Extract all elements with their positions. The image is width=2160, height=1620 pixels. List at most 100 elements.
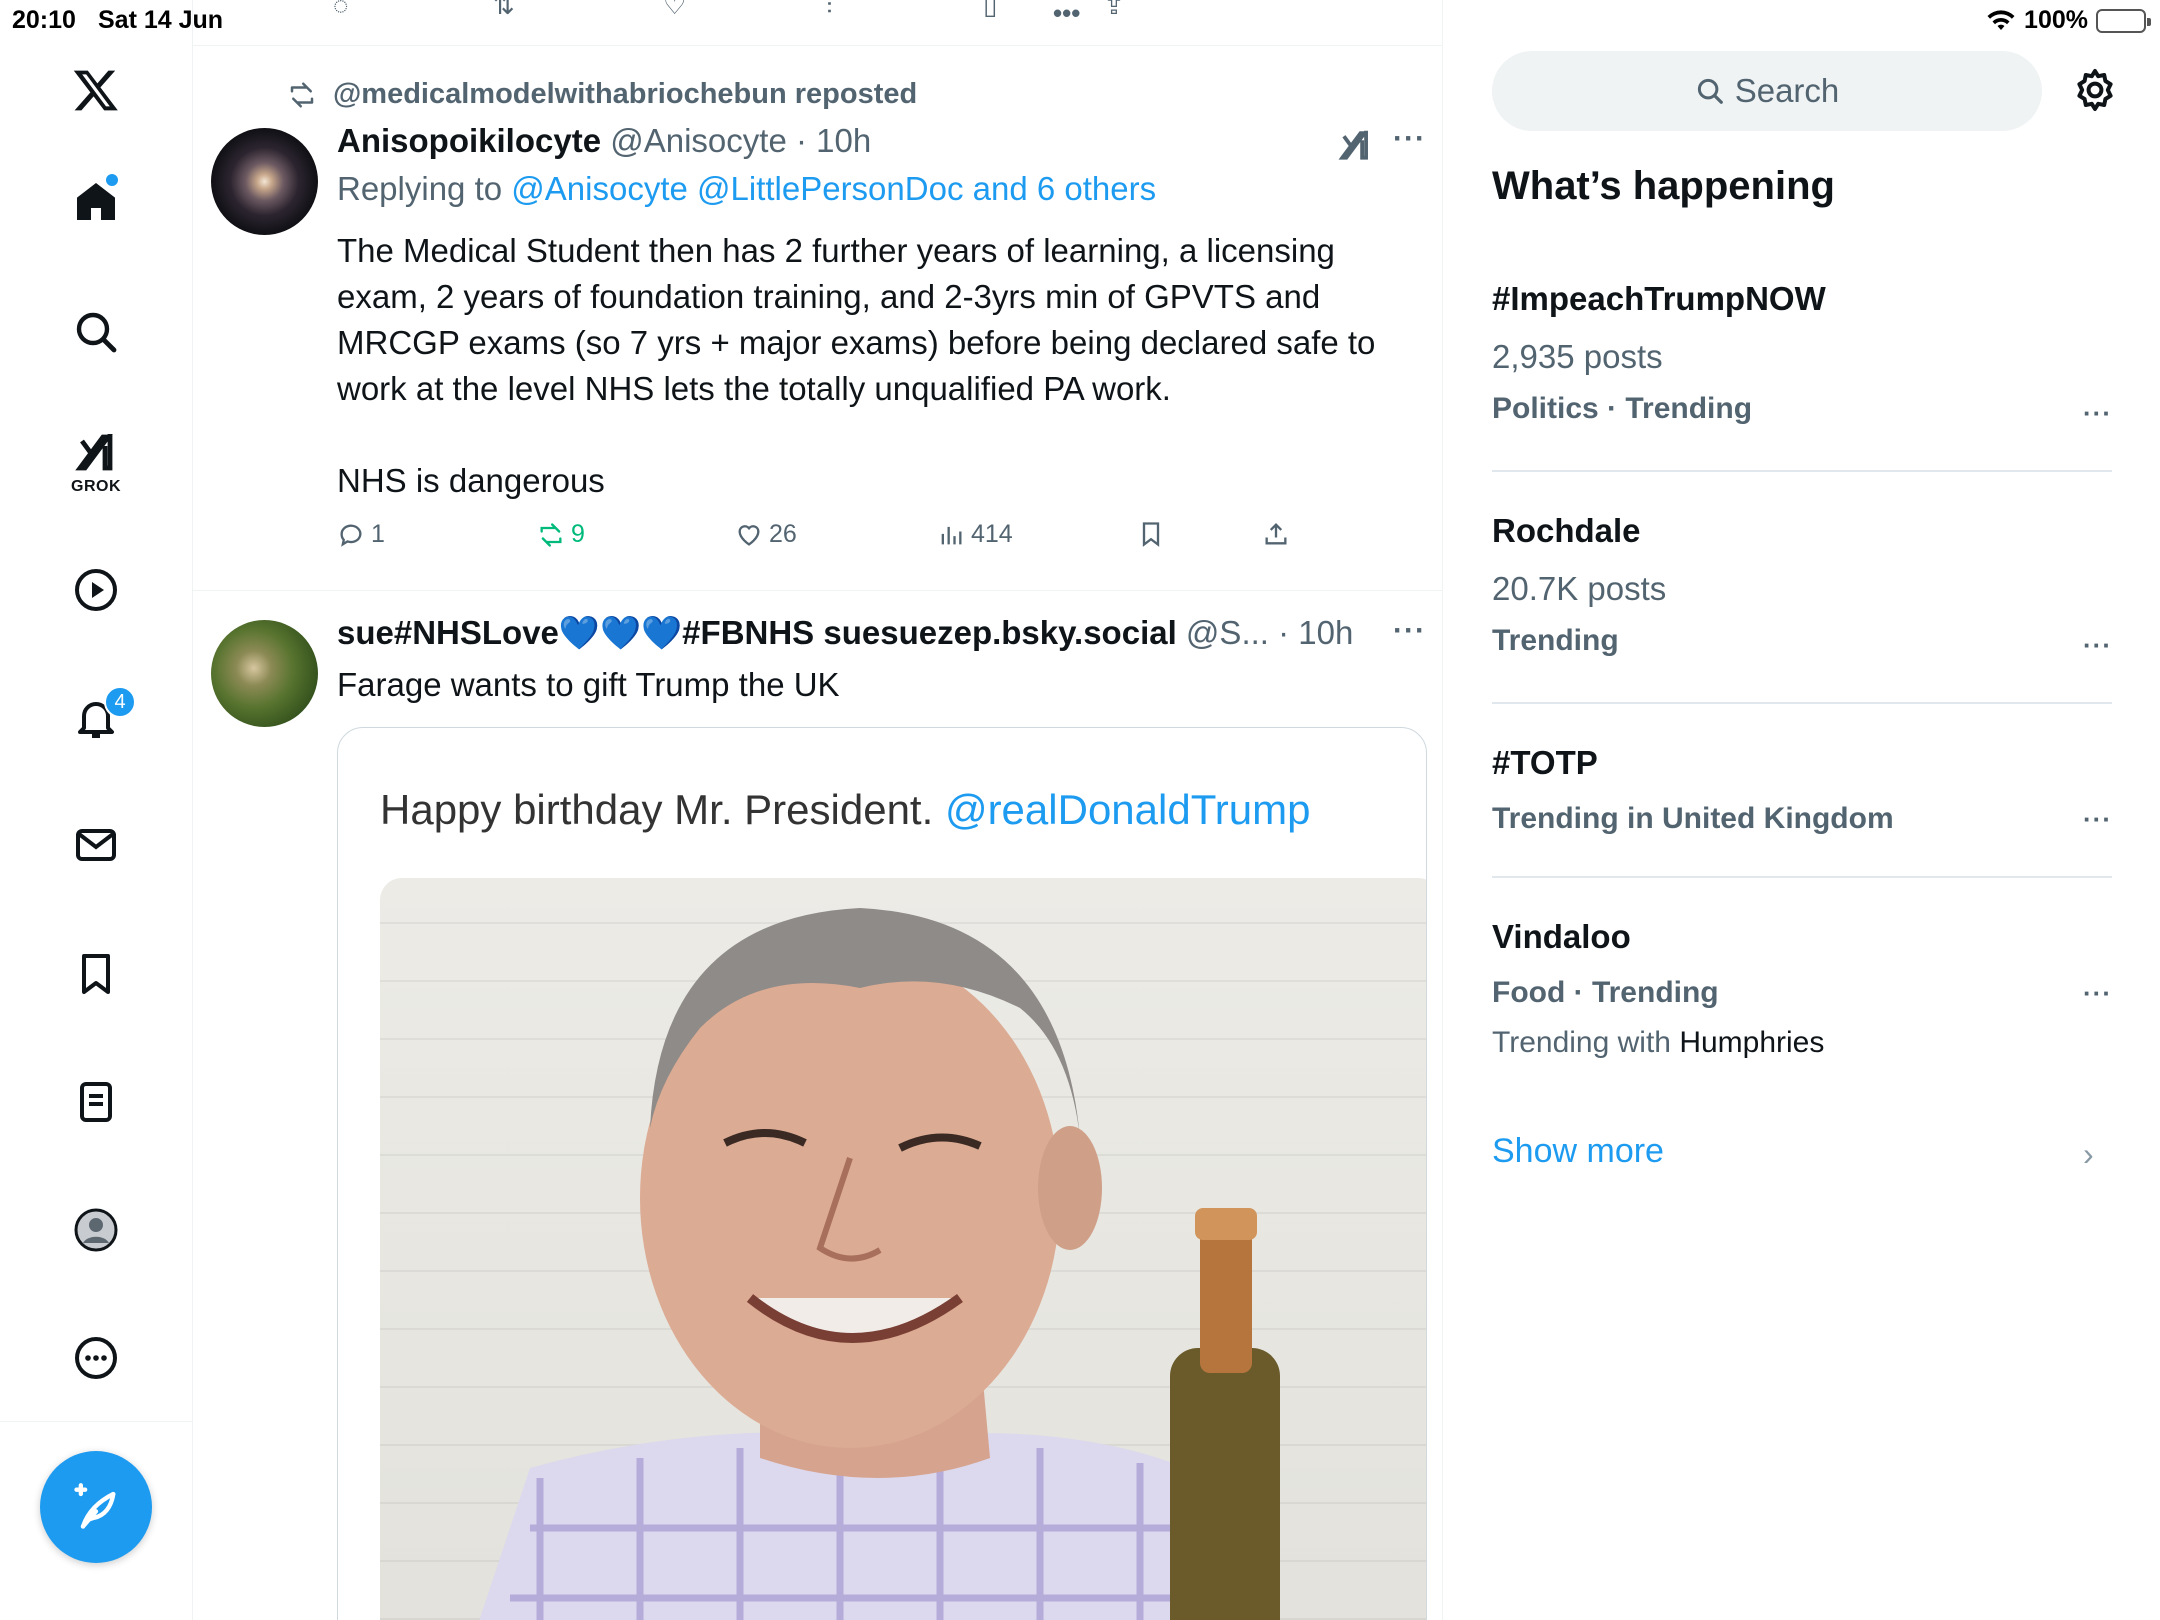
more-dots-icon[interactable]: •••: [1053, 0, 1080, 29]
repost-icon[interactable]: ⇅: [493, 0, 515, 21]
bookmark-button[interactable]: [1137, 520, 1165, 548]
search-input[interactable]: Search: [1492, 51, 2042, 131]
reply-icon[interactable]: ◌: [333, 0, 348, 21]
trend-item[interactable]: Rochdale 20.7K posts Trending ···: [1492, 512, 2112, 661]
tweet-text: Farage wants to gift Trump the UK: [337, 666, 840, 703]
author-name[interactable]: sue#NHSLove💙💙💙#FBNHS suesuezep.bsky.soci…: [337, 614, 1177, 651]
grok-explain-icon[interactable]: [1336, 126, 1374, 164]
trend-context: Trending: [1492, 624, 1619, 657]
bookmark-icon: [1142, 522, 1160, 547]
trend-more-icon[interactable]: ···: [2083, 978, 2112, 1009]
trend-divider: [1492, 876, 2112, 878]
quoted-media-card[interactable]: Happy birthday Mr. President. @realDonal…: [337, 727, 1427, 1620]
trend-divider: [1492, 470, 2112, 472]
like-button[interactable]: 26: [735, 520, 797, 549]
like-icon[interactable]: ♡: [663, 0, 686, 21]
tweet-more-icon[interactable]: ···: [1393, 122, 1426, 156]
more-options-icon[interactable]: [66, 1328, 126, 1388]
share-button[interactable]: [1262, 520, 1290, 548]
trend-divider: [1492, 702, 2112, 704]
media-photo[interactable]: [380, 878, 1426, 1620]
tweet-actions: 1 9 26 414: [337, 520, 1337, 560]
views-chart-icon: [941, 526, 962, 544]
trend-posts: 2,935 posts: [1492, 338, 1663, 375]
views-icon[interactable]: ⫶: [826, 0, 833, 22]
notifications-bell-icon[interactable]: 4: [66, 686, 136, 748]
share-icon[interactable]: ⇪: [1103, 0, 1125, 21]
show-more-link[interactable]: Show more: [1492, 1132, 1664, 1171]
replying-to: Replying to @Anisocyte @LittlePersonDoc …: [337, 170, 1156, 208]
views-count: 414: [971, 520, 1013, 548]
photo-illustration: [479, 908, 1280, 1620]
author-name[interactable]: Anisopoikilocyte: [337, 122, 601, 159]
trend-title: #TOTP: [1492, 744, 1598, 781]
trend-context: Politics · Trending: [1492, 392, 1753, 425]
reply-button[interactable]: 1: [337, 520, 385, 549]
trend-more-icon[interactable]: ···: [2083, 630, 2112, 661]
repost-button[interactable]: 9: [537, 520, 585, 549]
trend-context: Food · Trending: [1492, 976, 1719, 1009]
author-handle-time[interactable]: @Anisocyte · 10h: [601, 122, 871, 159]
trend-title: #ImpeachTrumpNOW: [1492, 280, 1826, 317]
author-avatar[interactable]: [211, 620, 318, 727]
notifications-badge: 4: [104, 686, 136, 718]
tweet-divider: [193, 590, 1442, 591]
compose-post-button[interactable]: [40, 1451, 152, 1563]
bookmarks-icon[interactable]: [66, 944, 126, 1004]
reply-icon: [340, 524, 362, 547]
lists-icon[interactable]: [66, 1072, 126, 1132]
author-handle-time[interactable]: @S... · 10h: [1177, 614, 1353, 651]
profile-avatar-icon[interactable]: [66, 1200, 126, 1260]
chevron-right-icon[interactable]: ›: [2083, 1136, 2094, 1173]
reply-count: 1: [371, 520, 385, 548]
like-icon: [738, 524, 760, 546]
search-icon: [1697, 78, 1723, 104]
tweet-body: The Medical Student then has 2 further y…: [337, 232, 1376, 499]
replying-to-links[interactable]: @Anisocyte @LittlePersonDoc and 6 others: [511, 170, 1156, 207]
author-avatar[interactable]: [211, 128, 318, 235]
trend-item[interactable]: #TOTP Trending in United Kingdom ···: [1492, 744, 2112, 836]
trend-posts: 20.7K posts: [1492, 570, 1667, 607]
tweet-more-icon[interactable]: ···: [1393, 614, 1426, 648]
media-caption-link: @realDonaldTrump: [944, 786, 1311, 833]
messages-envelope-icon[interactable]: [66, 815, 126, 875]
video-icon[interactable]: [66, 560, 126, 620]
views-button[interactable]: 414: [937, 520, 1013, 549]
repost-count: 9: [571, 520, 585, 548]
tweet-header: sue#NHSLove💙💙💙#FBNHS suesuezep.bsky.soci…: [337, 614, 1353, 653]
media-caption-text: Happy birthday Mr. President.: [380, 786, 945, 833]
trend-item[interactable]: Vindaloo Food · Trending Trending with H…: [1492, 918, 2112, 1060]
right-sidebar: Search What’s happening #ImpeachTrumpNOW…: [1443, 0, 2160, 1620]
trend-title: Vindaloo: [1492, 918, 1631, 955]
trend-with: Trending with Humphries: [1492, 1026, 2112, 1060]
like-count: 26: [769, 520, 797, 548]
share-icon: [1265, 523, 1287, 545]
media-caption: Happy birthday Mr. President. @realDonal…: [380, 786, 1311, 834]
trend-more-icon[interactable]: ···: [2083, 398, 2112, 429]
compose-feather-icon: [74, 1483, 116, 1529]
x-logo-icon[interactable]: [66, 60, 126, 120]
settings-gear-icon[interactable]: [2071, 66, 2119, 114]
repost-indicator: @medicalmodelwithabriochebun reposted: [285, 78, 917, 111]
timeline: ◌ ⇅ ♡ ⫶ ▯ ••• ⇪ @medicalmodelwithabrioch…: [193, 0, 1443, 1620]
replying-prefix: Replying to: [337, 170, 512, 207]
nav-divider: [0, 1421, 193, 1422]
trend-item[interactable]: #ImpeachTrumpNOW 2,935 posts Politics · …: [1492, 280, 2112, 429]
trend-with-prefix: Trending with: [1492, 1026, 1680, 1059]
home-icon[interactable]: [66, 172, 126, 232]
home-unread-dot: [104, 172, 120, 188]
trend-title: Rochdale: [1492, 512, 1641, 549]
trend-more-icon[interactable]: ···: [2083, 804, 2112, 835]
tweet-header: Anisopoikilocyte @Anisocyte · 10h: [337, 122, 871, 160]
previous-tweet-actions: ◌ ⇅ ♡ ⫶ ▯ ••• ⇪: [193, 0, 1442, 46]
grok-label: GROK: [71, 478, 121, 495]
grok-icon[interactable]: [66, 422, 126, 482]
search-placeholder: Search: [1734, 72, 1840, 109]
search-icon[interactable]: [66, 302, 126, 362]
whats-happening-title: What’s happening: [1492, 164, 1835, 208]
bookmark-icon[interactable]: ▯: [983, 0, 997, 21]
trend-with-name: Humphries: [1679, 1026, 1825, 1059]
repost-icon: [290, 82, 314, 107]
repost-by-text[interactable]: @medicalmodelwithabriochebun reposted: [333, 78, 917, 111]
trend-context: Trending in United Kingdom: [1492, 802, 1894, 835]
